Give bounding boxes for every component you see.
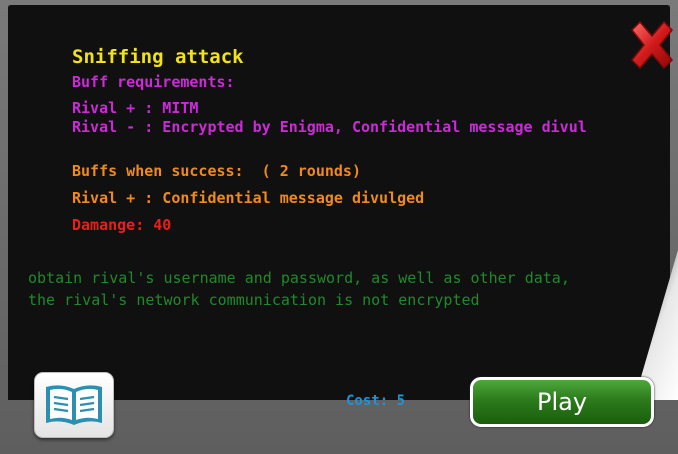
rulebook-button[interactable] [34,372,114,438]
close-x-icon [630,20,674,70]
description-line: the rival's network communication is not… [28,291,480,309]
play-button[interactable]: Play [470,377,654,427]
requirements-heading: Buff requirements: [72,73,235,91]
requirement-line: Rival + : MITM [72,99,199,117]
open-book-icon [46,385,102,425]
cost-label: Cost: 5 [346,393,406,409]
description-line: obtain rival's username and password, as… [28,269,570,287]
buff-line: Rival + : Confidential message divulged [72,189,425,207]
damage-text: Damange: 40 [72,216,172,234]
requirement-line: Rival - : Encrypted by Enigma, Confident… [72,118,587,136]
close-button[interactable] [626,18,678,72]
buffs-heading: Buffs when success: ( 2 rounds) [72,162,361,180]
card-title: Sniffing attack [72,46,244,68]
